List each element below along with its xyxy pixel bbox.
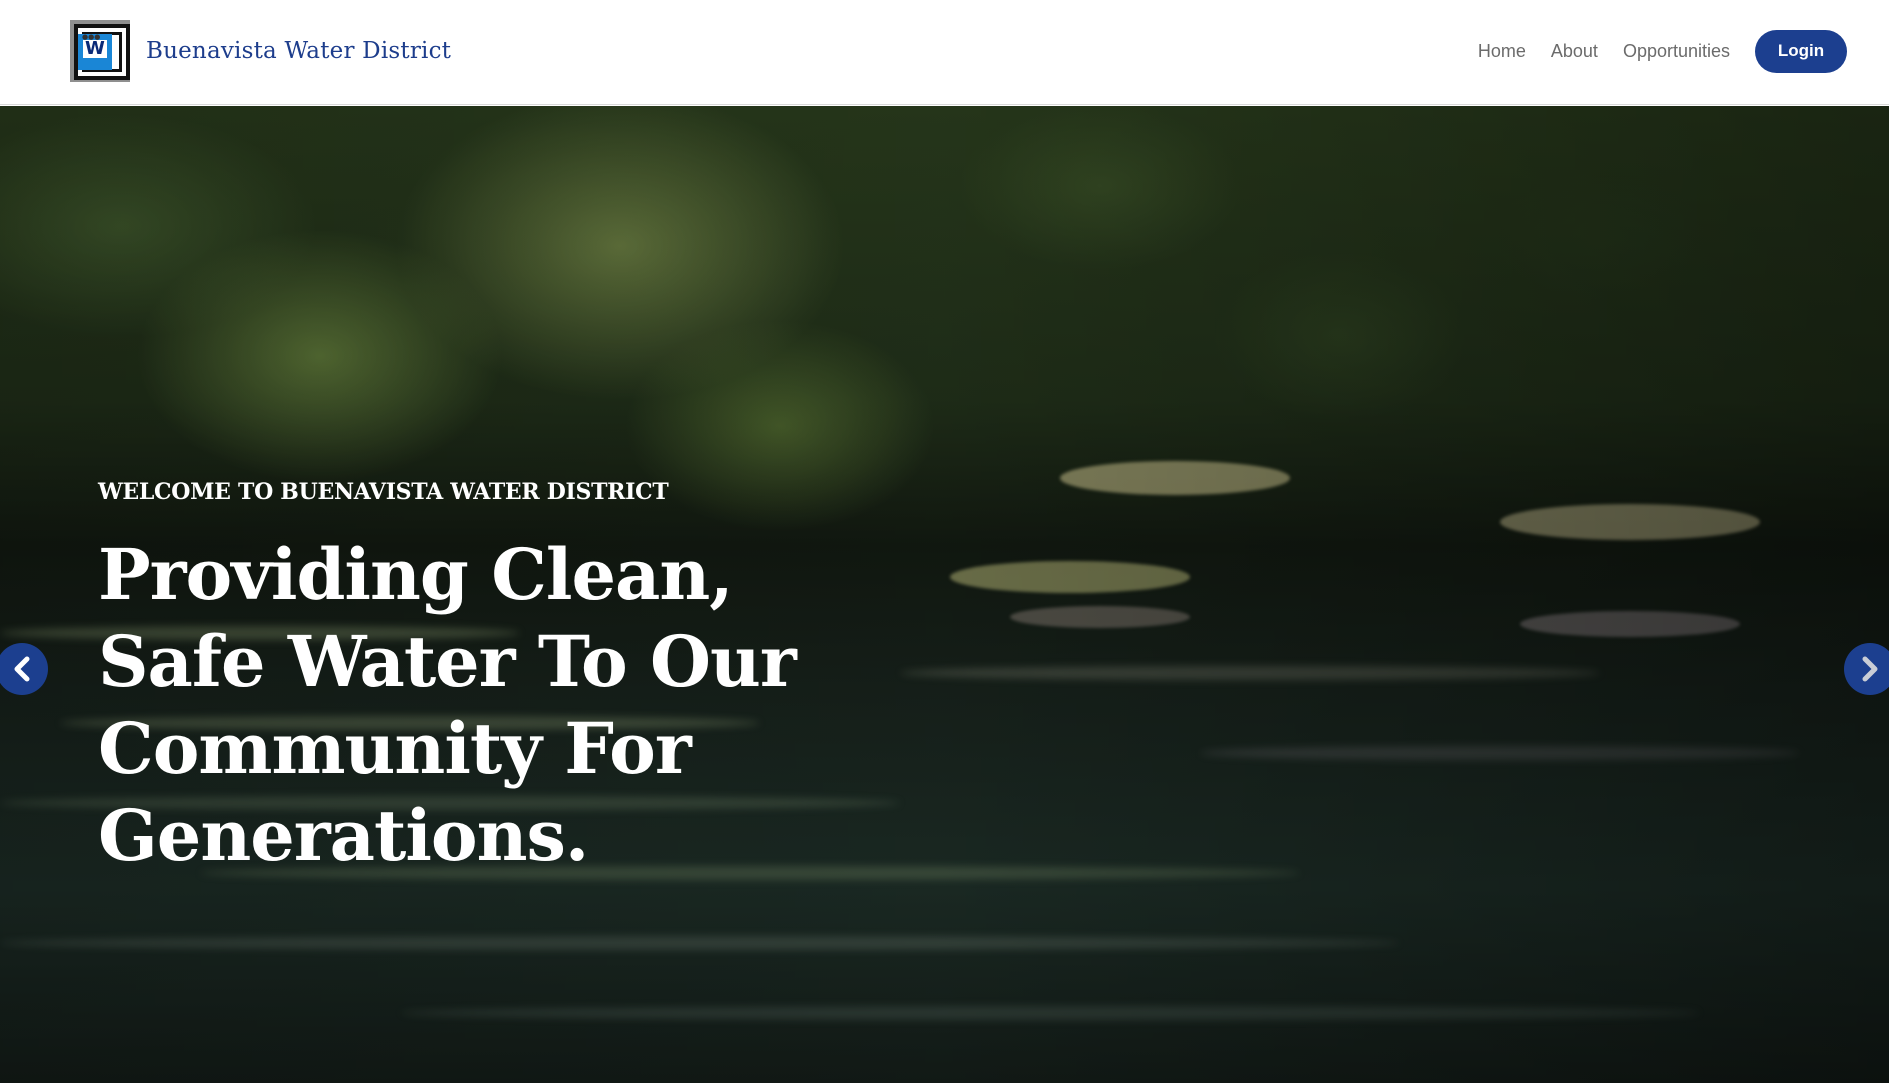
nav-home-link[interactable]: Home [1478,41,1526,62]
hero-content: WELCOME TO BUENAVISTA WATER DISTRICT Pro… [98,479,898,879]
nav-opportunities-link[interactable]: Opportunities [1623,41,1730,62]
brand-name: Buenavista Water District [146,38,452,64]
main-nav: Home About Opportunities Login [1478,29,1847,73]
brand-link[interactable]: ●●● W Buenavista Water District [70,20,451,82]
login-button[interactable]: Login [1755,29,1847,73]
chevron-right-icon [1862,656,1878,682]
chevron-left-icon [14,656,30,682]
hero-eyebrow: WELCOME TO BUENAVISTA WATER DISTRICT [98,479,669,505]
carousel-next-button[interactable] [1844,643,1889,695]
hero-carousel: WELCOME TO BUENAVISTA WATER DISTRICT Pro… [0,106,1889,1083]
nav-about-link[interactable]: About [1551,41,1598,62]
water-district-logo-icon: ●●● W [70,20,130,82]
hero-title: Providing Clean, Safe Water To Our Commu… [98,533,797,877]
site-header: ●●● W Buenavista Water District Home Abo… [0,0,1889,105]
